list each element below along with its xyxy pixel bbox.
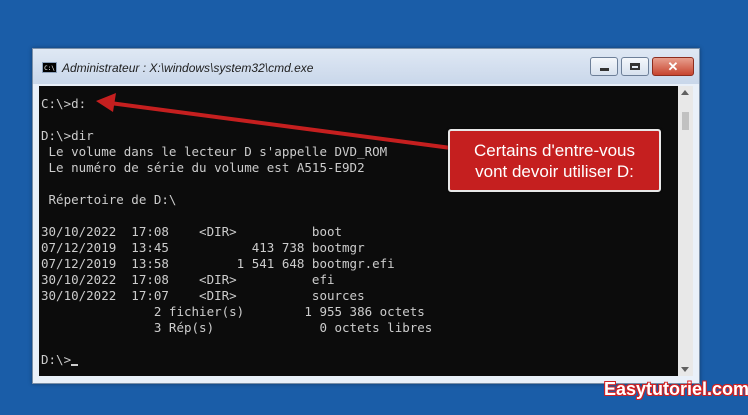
console-line: Le volume dans le lecteur D s'appelle DV… bbox=[41, 144, 388, 159]
console-line: C:\>d: bbox=[41, 96, 87, 111]
console-line: 07/12/2019 13:45 413 738 bootmgr bbox=[41, 240, 365, 255]
console-line: Répertoire de D:\ bbox=[41, 192, 177, 207]
console-line: Le numéro de série du volume est A515-E9… bbox=[41, 160, 365, 175]
cmd-window: C:\ Administrateur : X:\windows\system32… bbox=[32, 48, 700, 384]
prompt-text: D:\> bbox=[41, 352, 72, 367]
maximize-button[interactable] bbox=[621, 57, 649, 76]
cmd-icon[interactable]: C:\ bbox=[42, 62, 57, 73]
console-line: 30/10/2022 17:08 <DIR> boot bbox=[41, 224, 343, 239]
console-line: 07/12/2019 13:58 1 541 648 bootmgr.efi bbox=[41, 256, 395, 271]
watermark-logo: Easytutoriel.com bbox=[604, 379, 748, 399]
console-line: D:\>dir bbox=[41, 128, 94, 143]
callout-line-2: vont devoir utiliser D: bbox=[475, 161, 634, 181]
minimize-button[interactable] bbox=[590, 57, 618, 76]
scroll-down-icon[interactable] bbox=[681, 367, 689, 372]
title-bar[interactable]: C:\ Administrateur : X:\windows\system32… bbox=[33, 49, 699, 84]
console-line: 30/10/2022 17:08 <DIR> efi bbox=[41, 272, 335, 287]
close-button[interactable]: ✕ bbox=[652, 57, 694, 76]
text-cursor bbox=[71, 364, 79, 366]
console-line: 3 Rép(s) 0 octets libres bbox=[41, 320, 433, 335]
scroll-up-icon[interactable] bbox=[681, 90, 689, 95]
vertical-scrollbar[interactable] bbox=[678, 86, 693, 376]
minimize-icon bbox=[599, 68, 609, 71]
maximize-icon bbox=[630, 63, 640, 70]
annotation-callout: Certains d'entre-vous vont devoir utilis… bbox=[448, 129, 661, 192]
close-icon: ✕ bbox=[667, 59, 679, 74]
scroll-thumb[interactable] bbox=[682, 112, 689, 130]
callout-line-1: Certains d'entre-vous bbox=[473, 140, 636, 160]
console-line: 2 fichier(s) 1 955 386 octets bbox=[41, 304, 425, 319]
console-line: 30/10/2022 17:07 <DIR> sources bbox=[41, 288, 365, 303]
prompt-line: D:\> bbox=[41, 352, 79, 367]
window-title: Administrateur : X:\windows\system32\cmd… bbox=[62, 61, 314, 75]
